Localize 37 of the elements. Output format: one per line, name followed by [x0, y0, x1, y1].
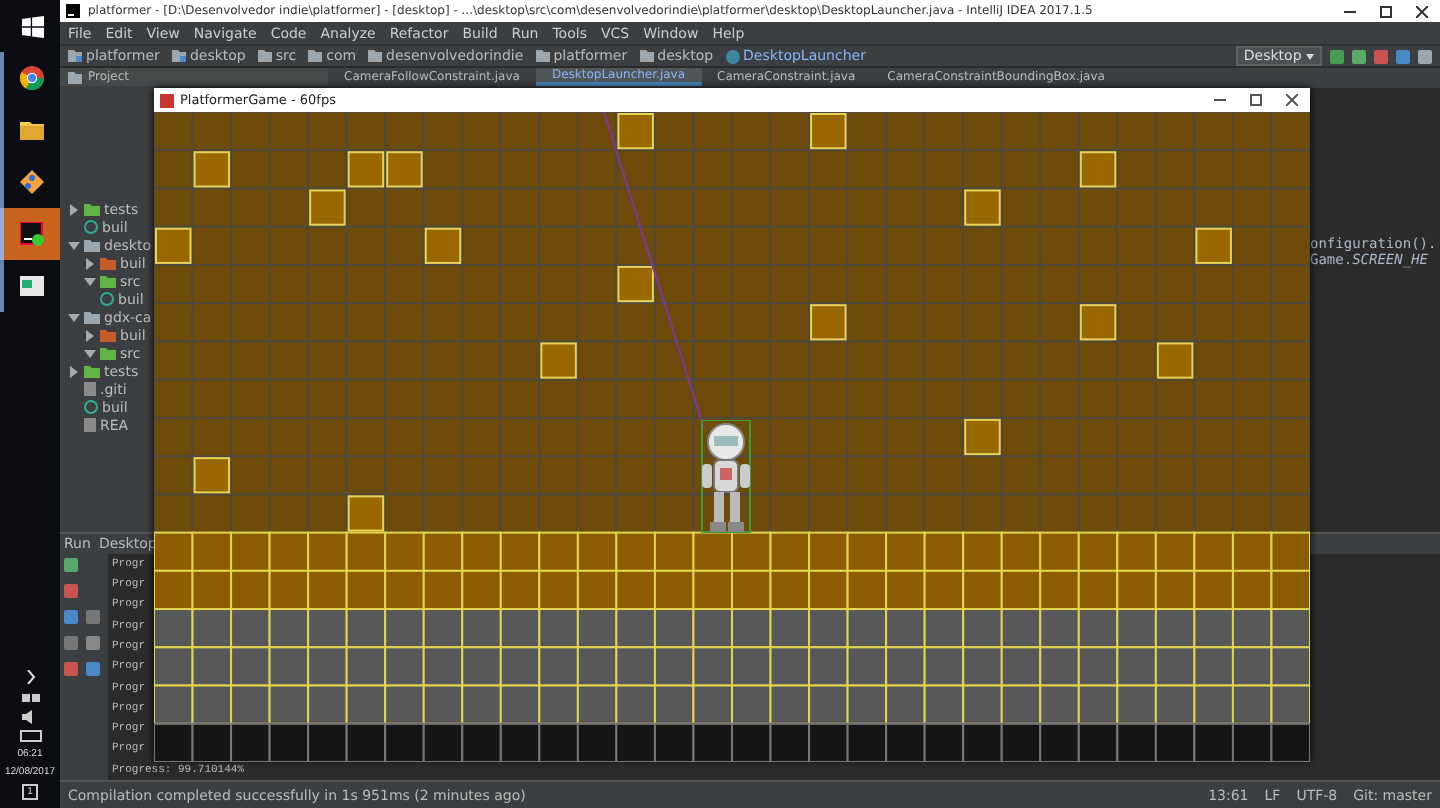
class-icon — [725, 49, 740, 63]
collapsed-arrow-icon[interactable] — [68, 203, 80, 215]
expanded-arrow-icon[interactable] — [84, 275, 96, 287]
collapsed-arrow-icon[interactable] — [84, 329, 96, 341]
folder-icon — [257, 50, 272, 62]
maximize-icon[interactable] — [1380, 5, 1392, 17]
ide-icon[interactable] — [20, 222, 44, 246]
gradle-file-icon — [84, 400, 98, 414]
app-logo-icon — [160, 93, 174, 107]
folder-icon — [308, 50, 323, 62]
close-icon[interactable] — [1286, 94, 1298, 106]
gradle-file-icon — [84, 220, 98, 234]
collapsed-arrow-icon[interactable] — [84, 257, 96, 269]
caret-icon — [1306, 54, 1314, 60]
expanded-arrow-icon[interactable] — [84, 347, 96, 359]
module-folder-icon — [171, 50, 186, 62]
minimize-icon[interactable] — [1344, 5, 1356, 17]
folder-icon — [639, 50, 654, 62]
close-icon[interactable] — [1416, 5, 1428, 17]
expanded-arrow-icon[interactable] — [68, 311, 80, 323]
collapsed-arrow-icon[interactable] — [68, 365, 80, 377]
folder-icon[interactable] — [20, 120, 44, 140]
minimize-icon[interactable] — [1214, 94, 1226, 106]
gradle-file-icon — [100, 292, 114, 306]
module-folder-icon — [68, 50, 82, 62]
maximize-icon[interactable] — [1250, 94, 1262, 106]
chevron-icon[interactable] — [25, 670, 35, 684]
file-icon — [84, 418, 96, 432]
folder-icon — [68, 71, 82, 83]
diamond-icon[interactable] — [20, 170, 44, 194]
browser-icon[interactable] — [20, 66, 44, 90]
folder-icon — [535, 50, 550, 62]
expanded-arrow-icon[interactable] — [68, 239, 80, 251]
folder-icon — [84, 203, 100, 215]
file-icon — [84, 382, 96, 396]
folder-icon — [368, 50, 383, 62]
windows-logo-icon[interactable] — [21, 15, 43, 37]
